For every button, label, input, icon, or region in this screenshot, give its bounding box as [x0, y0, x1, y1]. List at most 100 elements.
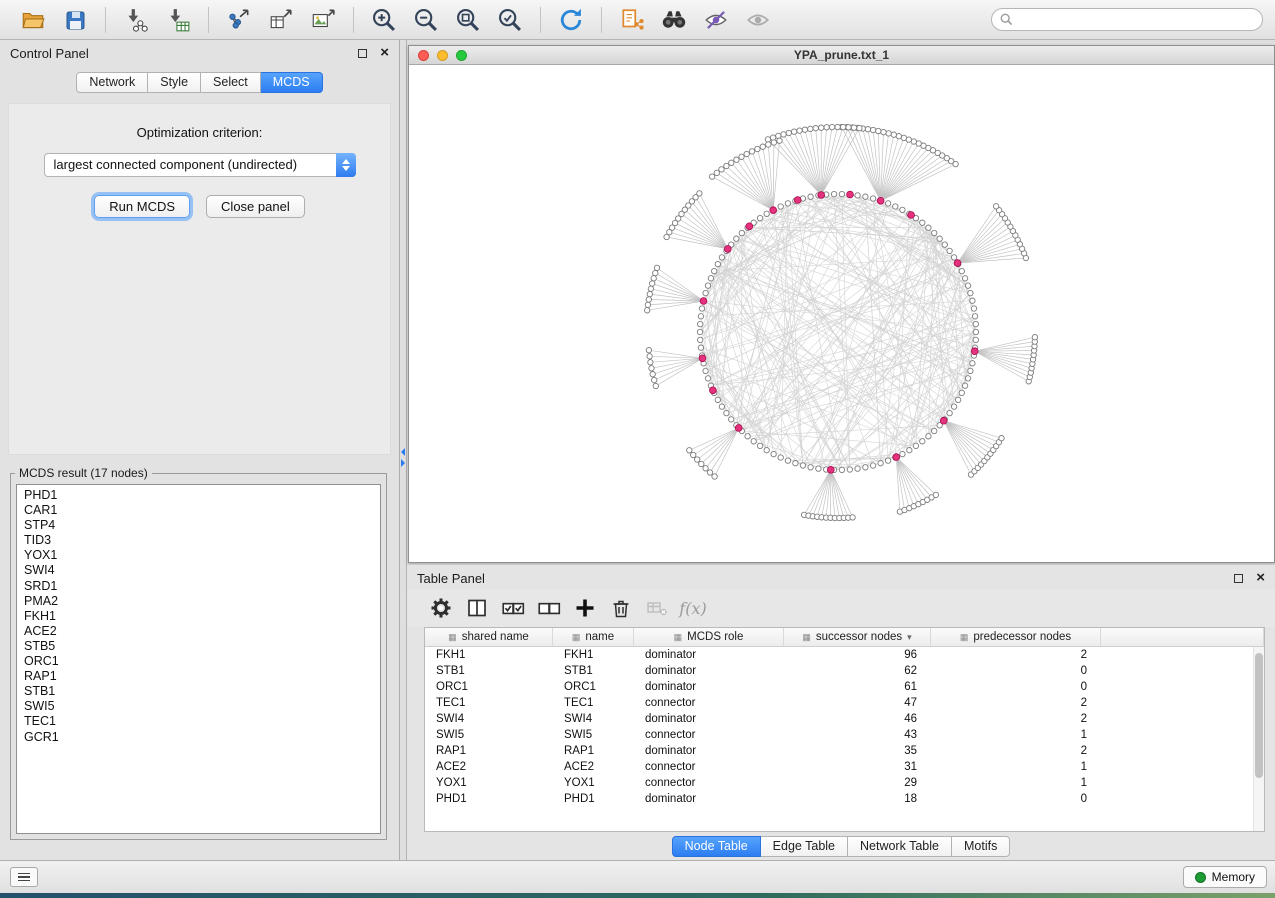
- open-file-icon[interactable]: [17, 4, 49, 36]
- show-columns-icon[interactable]: [462, 593, 492, 623]
- network-window-titlebar[interactable]: YPA_prune.txt_1: [409, 46, 1274, 65]
- settings-icon[interactable]: [426, 593, 456, 623]
- column-header-successor-nodes[interactable]: ▦successor nodes▾: [784, 628, 931, 646]
- mcds-result-item[interactable]: STP4: [24, 518, 380, 533]
- network-canvas[interactable]: [409, 65, 1274, 562]
- cell-predecessor-nodes: 0: [931, 681, 1101, 693]
- select-all-icon[interactable]: [498, 593, 528, 623]
- run-mcds-button[interactable]: Run MCDS: [94, 195, 190, 218]
- export-network-icon[interactable]: [223, 4, 255, 36]
- find-icon[interactable]: [658, 4, 690, 36]
- mcds-result-item[interactable]: GCR1: [24, 730, 380, 745]
- criterion-dropdown[interactable]: largest connected component (undirected): [44, 153, 356, 177]
- tab-select[interactable]: Select: [201, 72, 261, 93]
- zoom-selected-icon[interactable]: [494, 4, 526, 36]
- cell-name: RAP1: [553, 745, 634, 757]
- table-tab-motifs[interactable]: Motifs: [952, 836, 1010, 857]
- table-row[interactable]: PHD1PHD1dominator180: [425, 791, 1264, 807]
- table-row[interactable]: YOX1YOX1connector291: [425, 775, 1264, 791]
- table-row[interactable]: TEC1TEC1connector472: [425, 695, 1264, 711]
- apply-layout-icon[interactable]: [555, 4, 587, 36]
- table-row[interactable]: ORC1ORC1dominator610: [425, 679, 1264, 695]
- table-row[interactable]: ACE2ACE2connector311: [425, 759, 1264, 775]
- mcds-result-item[interactable]: ORC1: [24, 654, 380, 669]
- mcds-result-item[interactable]: TEC1: [24, 714, 380, 729]
- tab-network[interactable]: Network: [76, 72, 148, 93]
- mcds-result-item[interactable]: RAP1: [24, 669, 380, 684]
- network-graph[interactable]: [409, 65, 1274, 561]
- cell-predecessor-nodes: 2: [931, 649, 1101, 661]
- table-panel: Table Panel × f(x) ▦shared name▦name▦MCD…: [407, 565, 1275, 860]
- panel-splitter[interactable]: [400, 40, 407, 860]
- mcds-result-item[interactable]: SWI5: [24, 699, 380, 714]
- table-tab-edge-table[interactable]: Edge Table: [761, 836, 848, 857]
- mcds-result-item[interactable]: ACE2: [24, 624, 380, 639]
- table-row[interactable]: RAP1RAP1dominator352: [425, 743, 1264, 759]
- mcds-result-item[interactable]: YOX1: [24, 548, 380, 563]
- float-table-panel-icon[interactable]: [1234, 574, 1243, 583]
- hide-details-icon[interactable]: [700, 4, 732, 36]
- zoom-fit-icon[interactable]: [452, 4, 484, 36]
- tab-style[interactable]: Style: [148, 72, 201, 93]
- cell-name: ACE2: [553, 761, 634, 773]
- zoom-in-icon[interactable]: [368, 4, 400, 36]
- table-row[interactable]: FKH1FKH1dominator962: [425, 647, 1264, 663]
- attribute-icon: ▦: [572, 632, 581, 643]
- show-details-icon[interactable]: [742, 4, 774, 36]
- export-table-icon[interactable]: [265, 4, 297, 36]
- mcds-result-item[interactable]: FKH1: [24, 609, 380, 624]
- annotation-icon[interactable]: [616, 4, 648, 36]
- mcds-result-item[interactable]: TID3: [24, 533, 380, 548]
- function-builder-icon[interactable]: f(x): [678, 593, 708, 623]
- table-row[interactable]: STB1STB1dominator620: [425, 663, 1264, 679]
- column-header-shared-name[interactable]: ▦shared name: [425, 628, 553, 646]
- cell-shared-name: ORC1: [425, 681, 553, 693]
- mcds-result-list[interactable]: PHD1CAR1STP4TID3YOX1SWI4SRD1PMA2FKH1ACE2…: [16, 484, 381, 834]
- search-input[interactable]: [991, 8, 1263, 31]
- maximize-window-icon[interactable]: [456, 50, 467, 61]
- mcds-result-item[interactable]: PMA2: [24, 594, 380, 609]
- column-header-predecessor-nodes[interactable]: ▦predecessor nodes: [931, 628, 1101, 646]
- toolbar-separator: [105, 7, 106, 33]
- close-table-panel-icon[interactable]: ×: [1256, 573, 1265, 583]
- table-scrollbar[interactable]: [1253, 647, 1264, 831]
- close-window-icon[interactable]: [418, 50, 429, 61]
- clear-disabled-icon[interactable]: [642, 593, 672, 623]
- delete-rows-icon[interactable]: [606, 593, 636, 623]
- import-network-file-icon[interactable]: [120, 4, 152, 36]
- table-tab-node-table[interactable]: Node Table: [672, 836, 761, 857]
- table-row[interactable]: SWI4SWI4dominator462: [425, 711, 1264, 727]
- mcds-result-item[interactable]: SWI4: [24, 563, 380, 578]
- mcds-result-item[interactable]: STB1: [24, 684, 380, 699]
- save-session-icon[interactable]: [59, 4, 91, 36]
- cell-successor-nodes: 43: [784, 729, 931, 741]
- mcds-result-item[interactable]: STB5: [24, 639, 380, 654]
- cell-shared-name: YOX1: [425, 777, 553, 789]
- splitter-collapse-icon[interactable]: [401, 448, 405, 467]
- minimize-window-icon[interactable]: [437, 50, 448, 61]
- table-row[interactable]: SWI5SWI5connector431: [425, 727, 1264, 743]
- status-bar: Memory: [0, 860, 1275, 893]
- table-tab-network-table[interactable]: Network Table: [848, 836, 952, 857]
- mcds-result-item[interactable]: CAR1: [24, 503, 380, 518]
- cell-successor-nodes: 62: [784, 665, 931, 677]
- close-panel-button[interactable]: Close panel: [206, 195, 305, 218]
- table-toolbar: f(x): [407, 589, 1275, 627]
- tab-mcds[interactable]: MCDS: [261, 72, 323, 93]
- zoom-out-icon[interactable]: [410, 4, 442, 36]
- mcds-result-item[interactable]: PHD1: [24, 488, 380, 503]
- float-panel-icon[interactable]: [358, 49, 367, 58]
- cell-mcds-role: dominator: [634, 665, 784, 677]
- memory-button[interactable]: Memory: [1183, 866, 1267, 888]
- add-row-icon[interactable]: [570, 593, 600, 623]
- mcds-result-item[interactable]: SRD1: [24, 579, 380, 594]
- panel-toggle-button[interactable]: [10, 867, 38, 887]
- attribute-icon: ▦: [960, 632, 969, 643]
- scrollbar-thumb[interactable]: [1255, 653, 1263, 778]
- close-panel-icon[interactable]: ×: [380, 48, 389, 58]
- import-table-file-icon[interactable]: [162, 4, 194, 36]
- column-header-name[interactable]: ▦name: [553, 628, 634, 646]
- column-header-mcds-role[interactable]: ▦MCDS role: [634, 628, 784, 646]
- export-image-icon[interactable]: [307, 4, 339, 36]
- deselect-all-icon[interactable]: [534, 593, 564, 623]
